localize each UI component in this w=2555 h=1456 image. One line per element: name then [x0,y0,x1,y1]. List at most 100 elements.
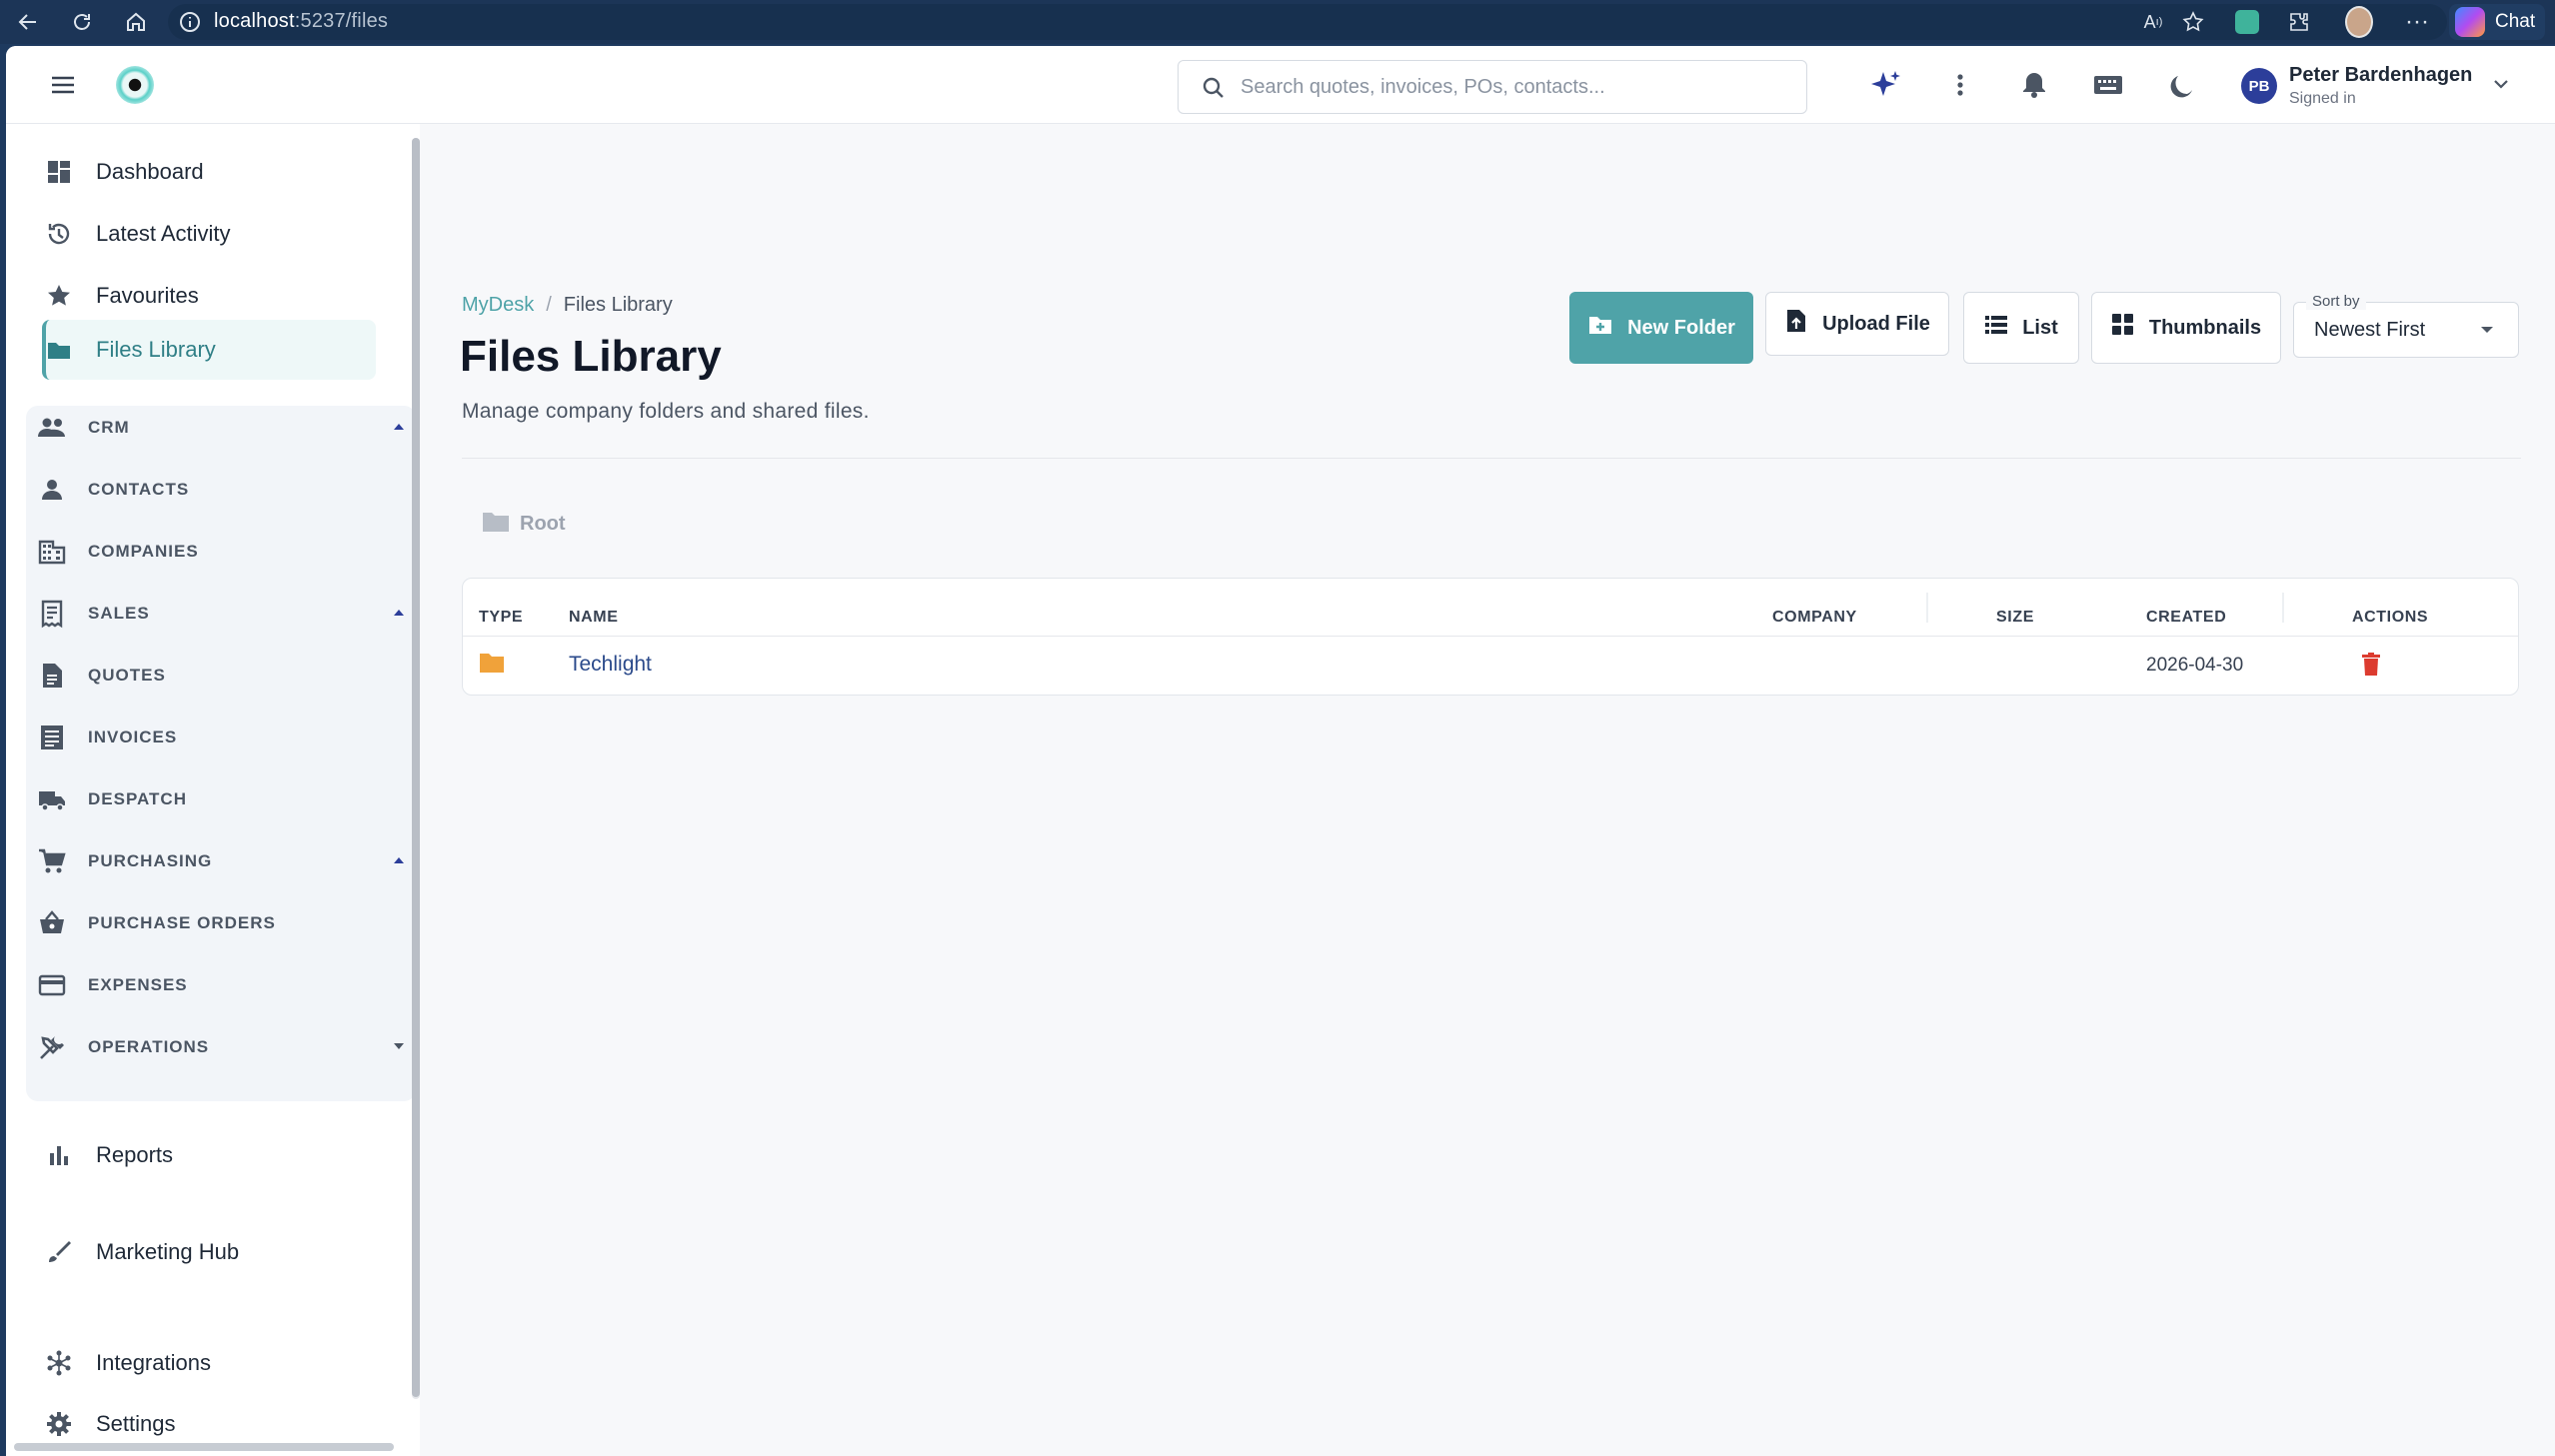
gear-icon [42,1407,76,1441]
favorite-star-icon[interactable] [2179,8,2207,36]
section-label: SALES [88,604,150,623]
building-icon [36,536,68,568]
sidebar-section-operations[interactable]: OPERATIONS [36,1027,209,1067]
menu-hamburger-icon[interactable] [46,68,80,102]
column-header-size[interactable]: SIZE [1996,609,2034,627]
list-view-button[interactable]: List [1963,292,2079,364]
section-label: COMPANIES [88,542,199,561]
header-divider [462,458,2521,459]
sidebar-vertical-scrollbar[interactable] [412,138,420,1399]
expand-operations-caret-down-icon[interactable] [392,1039,406,1058]
site-info-icon[interactable] [176,8,204,36]
upload-file-button[interactable]: Upload File [1765,292,1949,356]
app-window: Search quotes, invoices, POs, contacts..… [6,46,2555,1456]
folder-icon [482,510,510,539]
section-label: INVOICES [88,728,178,746]
more-vert-icon[interactable] [1943,68,1977,107]
sidebar-item-integrations[interactable]: Integrations [42,1337,211,1389]
home-icon[interactable] [122,8,150,36]
sidebar-scroll-thumb[interactable] [412,138,420,1397]
chat-label: Chat [2495,11,2536,32]
sidebar-section-sales[interactable]: SALES [36,594,150,634]
sidebar: Dashboard Latest Activity Favourites Fil… [6,124,420,1456]
sidebar-item-dashboard[interactable]: Dashboard [42,146,204,198]
user-status: Signed in [2289,90,2356,107]
column-header-actions: ACTIONS [2352,609,2429,626]
extensions-puzzle-icon[interactable] [2285,8,2313,36]
extension-app-icon[interactable] [2233,8,2261,36]
copilot-chat-button[interactable]: Chat [2449,4,2545,40]
breadcrumb-current: Files Library [563,294,673,316]
history-icon [42,217,76,251]
delete-trash-icon[interactable] [2362,653,2380,682]
star-icon [42,279,76,313]
keyboard-icon[interactable] [2091,68,2125,107]
search-icon [1201,75,1227,106]
list-icon [1984,314,2008,342]
sidebar-horizontal-scrollbar[interactable] [14,1443,394,1451]
grid-view-icon [2111,313,2135,343]
sidebar-item-purchase-orders[interactable]: PURCHASE ORDERS [36,903,276,943]
breadcrumb-root-link[interactable]: MyDesk [462,294,534,317]
truck-icon [36,783,68,815]
collapse-crm-caret-up-icon[interactable] [392,420,406,439]
breadcrumb-separator: / [546,294,552,316]
sidebar-item-files-library[interactable]: Files Library [42,324,216,376]
sidebar-item-favourites[interactable]: Favourites [42,270,199,322]
section-label: DESPATCH [88,789,187,808]
collapse-sales-caret-up-icon[interactable] [392,606,406,625]
column-header-company[interactable]: COMPANY [1772,609,1857,627]
sidebar-item-marketing-hub[interactable]: Marketing Hub [42,1226,239,1278]
bell-icon[interactable] [2017,68,2051,107]
search-placeholder: Search quotes, invoices, POs, contacts..… [1241,76,1605,98]
column-resizer[interactable] [2282,593,2284,623]
sort-select[interactable]: Sort by Newest First [2293,293,2519,358]
ai-sparkle-icon[interactable] [1869,68,1903,107]
reload-icon[interactable] [68,8,96,36]
user-name[interactable]: Peter Bardenhagen [2289,64,2472,87]
sidebar-item-expenses[interactable]: EXPENSES [36,965,188,1005]
more-dots-icon[interactable]: ··· [2403,8,2431,36]
sidebar-section-crm[interactable]: CRM [36,408,130,448]
user-avatar[interactable]: PB [2241,68,2277,104]
list-view-label: List [2022,316,2058,339]
chevron-down-icon[interactable] [2489,72,2513,101]
table-row[interactable]: Techlight 2026-04-30 [463,637,2518,695]
column-resizer[interactable] [1926,593,1928,623]
folder-add-icon [1587,312,1613,344]
sidebar-item-contacts[interactable]: CONTACTS [36,470,189,510]
thumbnails-view-button[interactable]: Thumbnails [2091,292,2281,364]
sidebar-item-latest-activity[interactable]: Latest Activity [42,208,231,260]
receipt-icon [36,598,68,630]
search-input[interactable]: Search quotes, invoices, POs, contacts..… [1178,60,1807,114]
sidebar-section-purchasing[interactable]: PURCHASING [36,841,212,881]
cart-icon [36,845,68,877]
app-logo[interactable] [116,66,154,104]
thumbnails-view-label: Thumbnails [2148,316,2262,339]
sidebar-item-invoices[interactable]: INVOICES [36,718,177,757]
file-name-link[interactable]: Techlight [569,653,652,677]
section-label: OPERATIONS [88,1037,210,1056]
root-folder-chip[interactable]: Root [482,510,566,539]
sidebar-item-quotes[interactable]: QUOTES [36,656,166,696]
column-header-name[interactable]: NAME [569,609,619,627]
copilot-icon [2455,7,2485,37]
profile-avatar-icon[interactable] [2345,6,2373,38]
collapse-purchasing-caret-up-icon[interactable] [392,853,406,872]
read-aloud-icon[interactable]: Aı) [2139,8,2167,36]
url-host: localhost [214,10,295,32]
column-header-created[interactable]: CREATED [2146,609,2226,627]
address-bar[interactable] [168,4,2447,40]
dark-mode-moon-icon[interactable] [2165,68,2199,107]
sidebar-item-companies[interactable]: COMPANIES [36,532,199,572]
brush-icon [42,1235,76,1269]
section-label: EXPENSES [88,975,188,994]
back-icon[interactable] [14,8,42,36]
sidebar-item-despatch[interactable]: DESPATCH [36,779,187,819]
page-subtitle: Manage company folders and shared files. [462,400,870,423]
sidebar-item-label: Settings [96,1411,176,1436]
sidebar-item-reports[interactable]: Reports [42,1129,173,1181]
column-header-type: TYPE [479,609,524,626]
people-icon [36,412,68,444]
new-folder-button[interactable]: New Folder [1569,292,1753,364]
